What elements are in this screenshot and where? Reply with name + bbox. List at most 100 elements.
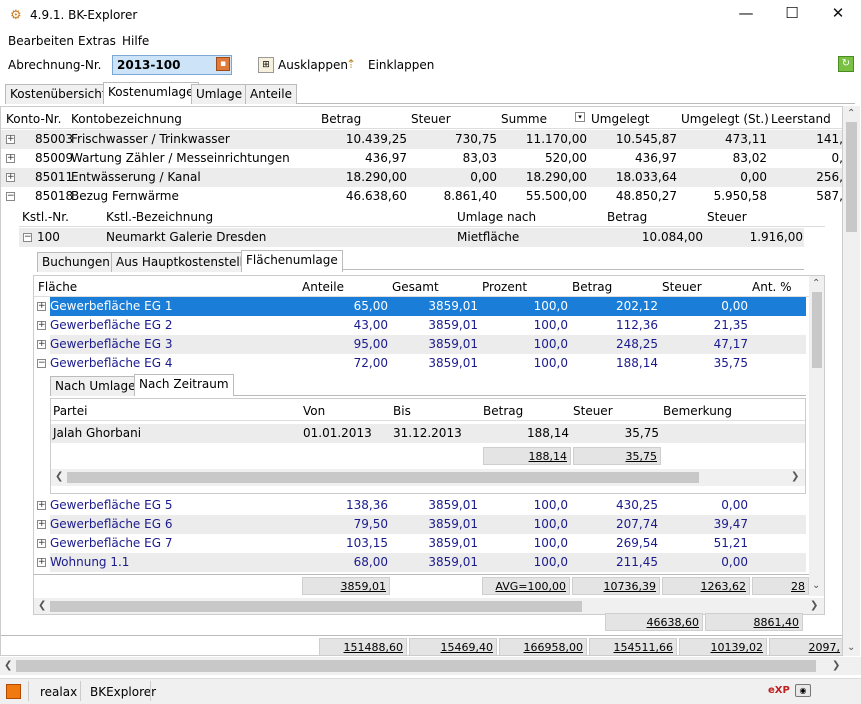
tab-anteile[interactable]: Anteile — [245, 84, 297, 104]
col-flaeche[interactable]: Fläche — [38, 280, 77, 294]
expand-row-icon[interactable]: + — [6, 154, 15, 163]
flaeche-vscrollbar[interactable]: ⌃ ⌄ — [809, 276, 824, 596]
table-row[interactable]: + 85003 Frischwasser / Trinkwasser 10.43… — [1, 130, 842, 149]
collapse-row-icon[interactable]: − — [23, 233, 32, 242]
row-betrag: 18.290,00 — [345, 170, 407, 184]
col-ant-proz[interactable]: Ant. % — [752, 280, 792, 294]
tab-flaechenumlage[interactable]: Flächenumlage — [241, 250, 343, 272]
scroll-down-icon[interactable]: ⌄ — [847, 642, 855, 653]
scroll-right-icon[interactable]: ❯ — [791, 471, 799, 482]
expand-row-icon[interactable]: + — [37, 520, 46, 529]
col-partei[interactable]: Partei — [53, 404, 87, 418]
col-p-steuer[interactable]: Steuer — [573, 404, 613, 418]
refresh-icon[interactable]: ↻ — [838, 56, 854, 72]
scroll-thumb[interactable] — [812, 292, 822, 368]
col-gesamt[interactable]: Gesamt — [392, 280, 439, 294]
scroll-down-icon[interactable]: ⌄ — [812, 580, 820, 591]
expand-row-icon[interactable]: + — [6, 173, 15, 182]
scroll-right-icon[interactable]: ❯ — [832, 660, 840, 671]
col-fl-steuer[interactable]: Steuer — [662, 280, 702, 294]
collapse-icon[interactable]: ⇡ — [346, 57, 356, 73]
scroll-thumb[interactable] — [16, 660, 816, 672]
col-steuer[interactable]: Steuer — [411, 112, 451, 126]
flaeche-row[interactable]: Gewerbefläche EG 3 95,00 3859,01 100,0 2… — [50, 335, 806, 354]
flaeche-row[interactable]: Wohnung 1.1 68,00 3859,01 100,0 211,45 0… — [50, 553, 806, 572]
col-leerstand[interactable]: Leerstand — [771, 112, 831, 126]
table-row[interactable]: − 85018 Bezug Fernwärme 46.638,60 8.861,… — [1, 187, 842, 206]
tab-nach-zeitraum[interactable]: Nach Zeitraum — [134, 374, 234, 396]
menu-extras[interactable]: Extras — [78, 34, 116, 48]
main-hscrollbar[interactable]: ❮ ❯ — [0, 657, 861, 675]
scroll-up-icon[interactable]: ⌃ — [812, 278, 820, 289]
expand-row-icon[interactable]: + — [37, 321, 46, 330]
col-bemerkung[interactable]: Bemerkung — [663, 404, 732, 418]
col-von[interactable]: Von — [303, 404, 325, 418]
col-betrag[interactable]: Betrag — [321, 112, 361, 126]
minimize-button[interactable]: — — [723, 0, 769, 28]
col-kst-steuer[interactable]: Steuer — [707, 210, 747, 224]
collapse-row-icon[interactable]: − — [37, 359, 46, 368]
expand-row-icon[interactable]: + — [37, 558, 46, 567]
abrechnung-input[interactable]: 2013-100 — [112, 55, 232, 75]
main-vscrollbar[interactable]: ⌃ ⌄ — [843, 106, 860, 656]
partei-hscrollbar[interactable]: ❮ ❯ — [51, 469, 805, 486]
expand-row-icon[interactable]: + — [6, 135, 15, 144]
camera-icon[interactable]: ◉ — [795, 684, 811, 697]
col-umgelegt[interactable]: Umgelegt — [591, 112, 650, 126]
col-summe[interactable]: Summe — [501, 112, 547, 126]
expand-button[interactable]: Ausklappen — [278, 58, 348, 72]
col-kontobezeichnung[interactable]: Kontobezeichnung — [71, 112, 182, 126]
col-umgelegt-st[interactable]: Umgelegt (St.) — [681, 112, 769, 126]
flaeche-row[interactable]: Gewerbefläche EG 5 138,36 3859,01 100,0 … — [50, 496, 806, 515]
table-row[interactable]: + 85011 Entwässerung / Kanal 18.290,00 0… — [1, 168, 842, 187]
kst-steuer: 1.916,00 — [749, 230, 803, 244]
col-prozent[interactable]: Prozent — [482, 280, 527, 294]
col-konto-nr[interactable]: Konto-Nr. — [6, 112, 61, 126]
filter-icon[interactable]: ▾ — [575, 112, 585, 122]
expand-icon[interactable]: ⊞ — [258, 57, 274, 73]
flaeche-row[interactable]: Gewerbefläche EG 6 79,50 3859,01 100,0 2… — [50, 515, 806, 534]
col-p-betrag[interactable]: Betrag — [483, 404, 523, 418]
collapse-row-icon[interactable]: − — [6, 192, 15, 201]
expand-row-icon[interactable]: + — [37, 340, 46, 349]
collapse-button[interactable]: Einklappen — [368, 58, 434, 72]
scroll-thumb[interactable] — [67, 472, 699, 483]
expand-row-icon[interactable]: + — [37, 539, 46, 548]
flaeche-row[interactable]: Gewerbefläche EG 4 72,00 3859,01 100,0 1… — [50, 354, 806, 373]
col-kstl-bezeichnung[interactable]: Kstl.-Bezeichnung — [106, 210, 213, 224]
tab-umlage[interactable]: Umlage — [191, 84, 248, 104]
col-kst-betrag[interactable]: Betrag — [607, 210, 647, 224]
expand-row-icon[interactable]: + — [37, 302, 46, 311]
tab-nach-umlage[interactable]: Nach Umlage — [50, 376, 141, 396]
col-fl-betrag[interactable]: Betrag — [572, 280, 612, 294]
scroll-left-icon[interactable]: ❮ — [4, 660, 12, 671]
kst-row[interactable]: − 100 Neumarkt Galerie Dresden Mietfläch… — [19, 228, 804, 247]
col-umlage-nach[interactable]: Umlage nach — [457, 210, 536, 224]
export-icon[interactable]: eXP — [768, 685, 790, 696]
flaeche-row[interactable]: Gewerbefläche EG 7 103,15 3859,01 100,0 … — [50, 534, 806, 553]
scroll-left-icon[interactable]: ❮ — [38, 600, 46, 611]
col-bis[interactable]: Bis — [393, 404, 411, 418]
flaeche-row[interactable]: Gewerbefläche EG 2 43,00 3859,01 100,0 1… — [50, 316, 806, 335]
scroll-thumb[interactable] — [50, 601, 582, 612]
tab-buchungen[interactable]: Buchungen — [37, 252, 115, 272]
close-button[interactable]: ✕ — [815, 0, 861, 28]
scroll-left-icon[interactable]: ❮ — [55, 471, 63, 482]
maximize-button[interactable]: ☐ — [769, 0, 815, 28]
table-row[interactable]: + 85009 Wartung Zähler / Messeinrichtung… — [1, 149, 842, 168]
scroll-up-icon[interactable]: ⌃ — [847, 108, 855, 119]
scroll-right-icon[interactable]: ❯ — [810, 600, 818, 611]
menu-bearbeiten[interactable]: Bearbeiten — [8, 34, 74, 48]
partei-row[interactable]: Jalah Ghorbani 01.01.2013 31.12.2013 188… — [51, 424, 805, 443]
tab-kostenumlage[interactable]: Kostenumlage — [103, 82, 199, 104]
flaeche-row[interactable]: Gewerbefläche EG 1 65,00 3859,01 100,0 2… — [50, 297, 806, 316]
tab-kostenuebersicht[interactable]: Kostenübersicht — [5, 84, 112, 104]
menu-hilfe[interactable]: Hilfe — [122, 34, 149, 48]
partei-sum-steuer: 35,75 — [573, 447, 661, 465]
tab-aus-hauptkostenstelle[interactable]: Aus Hauptkostenstelle — [111, 252, 256, 272]
expand-row-icon[interactable]: + — [37, 501, 46, 510]
scroll-thumb[interactable] — [846, 122, 857, 232]
col-anteile[interactable]: Anteile — [302, 280, 344, 294]
abrechnung-picker-icon[interactable]: ▪ — [216, 57, 230, 71]
col-kstl-nr[interactable]: Kstl.-Nr. — [22, 210, 69, 224]
